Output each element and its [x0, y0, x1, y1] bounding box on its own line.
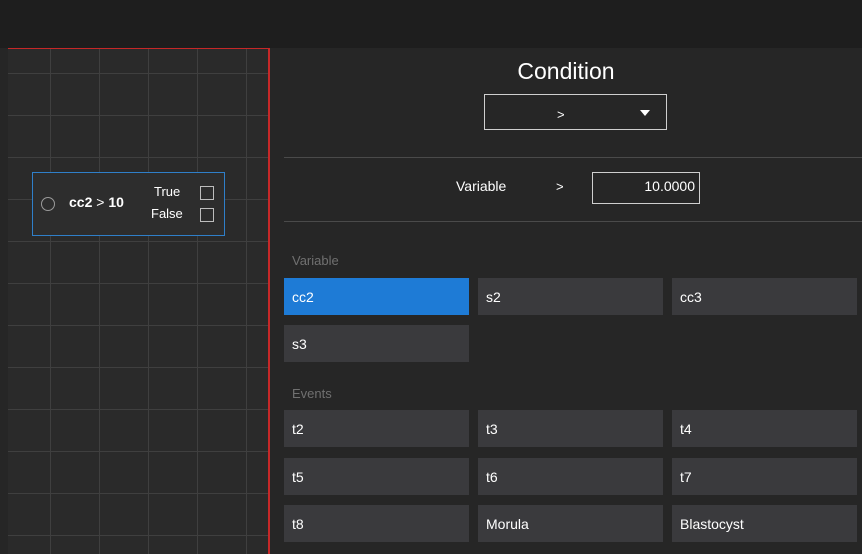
node-false-label: False [151, 206, 183, 221]
divider [284, 157, 862, 158]
node-false-port[interactable] [200, 208, 214, 222]
variable-tile-cc3[interactable]: cc3 [672, 278, 857, 315]
node-expression: cc2 > 10 [69, 194, 124, 210]
divider [284, 221, 862, 222]
event-tile-blastocyst[interactable]: Blastocyst [672, 505, 857, 542]
node-variable: cc2 [69, 194, 93, 210]
condition-node[interactable]: cc2 > 10 True False [32, 172, 225, 236]
node-value: 10 [108, 194, 124, 210]
condition-panel: Condition > Variable > 10.0000 Variable … [270, 48, 862, 554]
node-true-label: True [154, 184, 181, 199]
node-operator: > [96, 194, 105, 210]
node-true-port[interactable] [200, 186, 214, 200]
title-bar [0, 0, 862, 48]
node-input-port[interactable] [41, 197, 55, 211]
panel-title: Condition [517, 58, 615, 84]
expression-operator: > [556, 179, 564, 194]
event-tile-t4[interactable]: t4 [672, 410, 857, 447]
value-input[interactable]: 10.0000 [592, 172, 700, 204]
chevron-down-icon [640, 110, 650, 116]
variable-section-label: Variable [292, 253, 339, 268]
variable-tile-cc2[interactable]: cc2 [284, 278, 469, 315]
event-tile-t5[interactable]: t5 [284, 458, 469, 495]
event-tile-t7[interactable]: t7 [672, 458, 857, 495]
event-tile-t6[interactable]: t6 [478, 458, 663, 495]
events-section-label: Events [292, 386, 332, 401]
variable-tile-s2[interactable]: s2 [478, 278, 663, 315]
flow-canvas[interactable]: cc2 > 10 True False [8, 48, 270, 554]
event-tile-t8[interactable]: t8 [284, 505, 469, 542]
operator-dropdown-value: > [557, 107, 565, 122]
expression-variable-label: Variable [456, 178, 507, 194]
event-tile-t2[interactable]: t2 [284, 410, 469, 447]
event-tile-t3[interactable]: t3 [478, 410, 663, 447]
event-tile-morula[interactable]: Morula [478, 505, 663, 542]
variable-tile-s3[interactable]: s3 [284, 325, 469, 362]
operator-dropdown[interactable]: > [484, 94, 667, 130]
